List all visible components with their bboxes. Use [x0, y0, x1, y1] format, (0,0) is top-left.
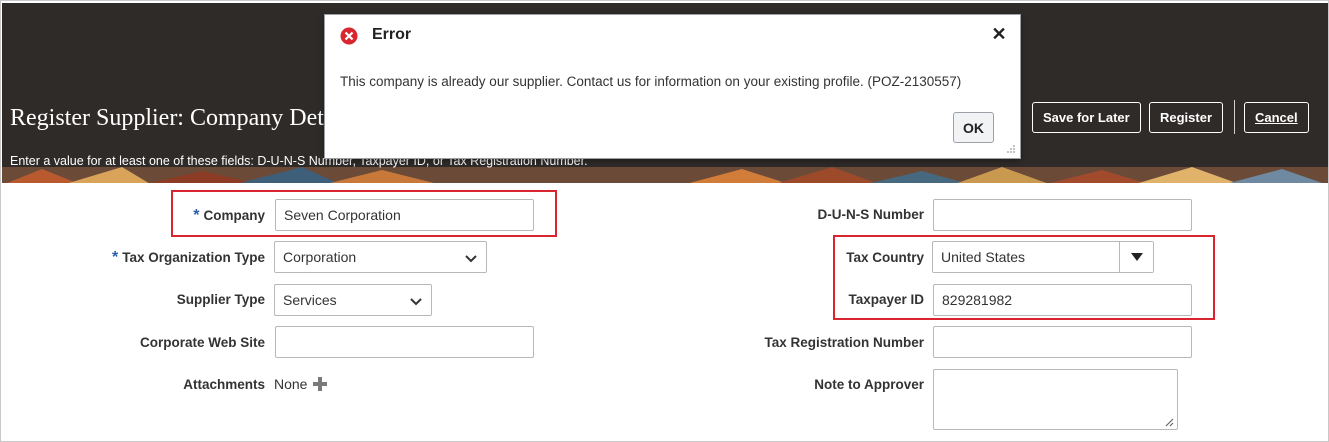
- resize-grip-icon[interactable]: [1004, 142, 1016, 154]
- save-for-later-button[interactable]: Save for Later: [1032, 102, 1141, 133]
- tax-registration-number-input[interactable]: [933, 326, 1192, 358]
- company-input[interactable]: [275, 199, 534, 231]
- chevron-down-icon: [465, 255, 477, 263]
- company-label: * Company: [193, 207, 265, 225]
- error-icon: [340, 27, 358, 45]
- register-button[interactable]: Register: [1149, 102, 1224, 133]
- tax-country-dropdown-button[interactable]: [1119, 242, 1153, 272]
- attachments-value-group: None: [274, 376, 328, 392]
- tax-organization-type-label: * Tax Organization Type: [112, 249, 265, 267]
- header-decorative-band: [2, 167, 1328, 183]
- company-label-text: Company: [203, 208, 265, 223]
- duns-number-label: D-U-N-S Number: [817, 207, 925, 222]
- cancel-button[interactable]: Cancel: [1244, 102, 1309, 133]
- page-frame: Register Supplier: Company Details Enter…: [0, 0, 1329, 442]
- corporate-web-site-label: Corporate Web Site: [139, 335, 265, 350]
- note-to-approver-textarea[interactable]: [933, 369, 1178, 430]
- supplier-type-value: Services: [283, 292, 337, 308]
- caret-down-icon: [1130, 253, 1143, 261]
- error-dialog: Error ✕ This company is already our supp…: [324, 14, 1021, 159]
- taxpayer-id-label: Taxpayer ID: [848, 292, 924, 307]
- duns-number-input[interactable]: [933, 199, 1192, 231]
- tax-country-value: United States: [941, 249, 1026, 265]
- supplier-type-select[interactable]: Services: [274, 284, 432, 316]
- resize-grip-icon[interactable]: [1164, 417, 1174, 427]
- cancel-button-label: Cancel: [1255, 110, 1298, 125]
- ok-button[interactable]: OK: [953, 112, 994, 143]
- corporate-web-site-input[interactable]: [275, 326, 534, 358]
- required-indicator: *: [193, 207, 200, 224]
- tax-organization-type-value: Corporation: [283, 249, 357, 265]
- tax-country-combobox[interactable]: United States: [932, 241, 1154, 273]
- attachments-value: None: [274, 376, 308, 392]
- tax-organization-type-label-text: Tax Organization Type: [122, 250, 265, 265]
- chevron-down-icon: [410, 298, 422, 306]
- dialog-title: Error: [372, 26, 412, 43]
- tax-organization-type-select[interactable]: Corporation: [274, 241, 487, 273]
- page-title: Register Supplier: Company Details: [10, 105, 358, 131]
- tax-country-label: Tax Country: [846, 250, 924, 265]
- attachments-label: Attachments: [183, 377, 265, 392]
- close-icon[interactable]: ✕: [989, 24, 1009, 44]
- note-to-approver-label: Note to Approver: [814, 377, 924, 392]
- taxpayer-id-input[interactable]: [933, 284, 1192, 316]
- header-separator: [1234, 100, 1235, 134]
- required-indicator: *: [111, 249, 119, 266]
- supplier-type-label: Supplier Type: [176, 292, 265, 307]
- tax-registration-number-label: Tax Registration Number: [764, 335, 924, 350]
- plus-icon[interactable]: [312, 376, 328, 392]
- dialog-message: This company is already our supplier. Co…: [340, 74, 962, 89]
